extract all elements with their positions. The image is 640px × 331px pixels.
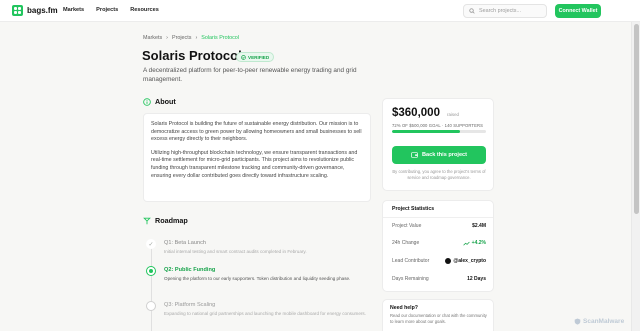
divider [383, 217, 493, 218]
active-dot-icon [146, 266, 156, 276]
app-name: bags.fm [27, 6, 58, 15]
shield-icon [574, 318, 581, 325]
milestone-description: Initial internal testing and smart contr… [164, 249, 307, 254]
milestone-description: Expanding to national grid partnerships … [164, 311, 366, 316]
legal-note: By contributing, you agree to the projec… [392, 169, 486, 180]
funding-progress-bar [392, 130, 486, 133]
help-text: Read our documentation or chat with the … [390, 313, 487, 324]
milestone-description: Opening the platform to our early suppor… [164, 276, 351, 281]
stat-value: +4.2% [462, 240, 486, 246]
breadcrumb-markets[interactable]: Markets [143, 35, 162, 41]
raised-amount: $360,000 [392, 107, 440, 119]
connect-wallet-button[interactable]: Connect Wallet [555, 4, 601, 18]
page-title: Solaris Protocol [142, 48, 242, 63]
scrollbar-thumb[interactable] [634, 24, 639, 214]
wallet-icon [411, 152, 418, 158]
raised-label: raised [447, 112, 459, 117]
search-icon [469, 8, 475, 14]
trend-up-icon [462, 241, 470, 246]
watermark: ScanMalware [574, 318, 624, 325]
logo[interactable]: bags.fm [12, 5, 58, 16]
project-subtitle: A decentralized platform for peer-to-pee… [143, 67, 357, 83]
goal-progress-text: 72% OF $500,000 GOAL [392, 123, 441, 128]
info-icon [143, 97, 151, 106]
route-icon [143, 217, 151, 224]
funding-progress-stats: 72% OF $500,000 GOAL · 140 SUPPORTERS [392, 123, 483, 128]
stat-row-24h-change: 24h Change +4.2% [392, 240, 486, 246]
nav-resources[interactable]: Resources [130, 7, 159, 13]
checkmark-icon: ✓ [146, 239, 156, 249]
about-heading: About [143, 97, 176, 106]
logo-icon [12, 5, 23, 16]
search-box[interactable] [463, 4, 547, 18]
stat-value: 12 Days [467, 276, 486, 282]
stats-card: Project Statistics Project Value $2.4M 2… [382, 200, 494, 292]
breadcrumb-projects[interactable]: Projects [172, 35, 191, 41]
stat-label: Lead Contributor [392, 258, 430, 264]
stat-row-days-remaining: Days Remaining 12 Days [392, 276, 486, 282]
pending-dot-icon [146, 301, 156, 311]
stat-label: Project Value [392, 223, 422, 229]
main-nav: Markets Projects Resources [63, 7, 159, 13]
breadcrumb-separator: › [166, 35, 168, 41]
milestone-title: Q1: Beta Launch [164, 240, 206, 246]
help-card: Need help? Read our documentation or cha… [382, 299, 494, 331]
about-title: About [155, 97, 176, 106]
back-project-label: Back this project [421, 152, 468, 158]
watermark-text: ScanMalware [583, 318, 625, 325]
change-value: +4.2% [471, 240, 486, 246]
funding-card: $360,000 raised 72% OF $500,000 GOAL · 1… [382, 98, 494, 191]
roadmap-heading: Roadmap [143, 216, 188, 225]
stat-row-lead-contributor: Lead Contributor @alex_crypto [392, 258, 486, 264]
contributor-handle: @alex_crypto [453, 258, 486, 264]
stat-value: $2.4M [472, 223, 486, 229]
stats-separator: · [441, 123, 444, 128]
nav-markets[interactable]: Markets [63, 7, 84, 13]
supporters-count: 140 SUPPORTERS [444, 123, 483, 128]
badge-label: VERIFIED [248, 54, 270, 60]
milestone-title: Q2: Public Funding [164, 267, 216, 273]
top-nav: bags.fm Markets Projects Resources Conne… [0, 0, 640, 22]
breadcrumb-current: Solaris Protocol [201, 35, 240, 41]
stat-row-project-value: Project Value $2.4M [392, 223, 486, 229]
about-paragraph: Solaris Protocol is building the future … [151, 121, 362, 143]
verified-badge: VERIFIED [236, 52, 275, 62]
stat-label: Days Remaining [392, 276, 429, 282]
avatar [445, 258, 452, 264]
breadcrumb-separator: › [195, 35, 198, 41]
stats-title: Project Statistics [392, 206, 435, 212]
funding-progress-fill [392, 130, 460, 133]
stat-value[interactable]: @alex_crypto [445, 258, 486, 264]
page-scrollbar[interactable] [631, 22, 640, 331]
about-paragraph: Utilizing high-throughput blockchain tec… [151, 149, 358, 179]
help-title: Need help? [390, 305, 418, 311]
search-input[interactable] [479, 8, 545, 14]
nav-projects[interactable]: Projects [96, 7, 118, 13]
check-circle-icon [241, 54, 246, 60]
stat-label: 24h Change [392, 240, 420, 246]
roadmap-timeline [151, 240, 152, 331]
breadcrumb: Markets › Projects › Solaris Protocol [143, 35, 239, 41]
back-project-button[interactable]: Back this project [392, 146, 486, 164]
roadmap-title: Roadmap [155, 216, 188, 225]
about-card: Solaris Protocol is building the future … [143, 113, 371, 202]
milestone-title: Q3: Platform Scaling [164, 302, 216, 308]
